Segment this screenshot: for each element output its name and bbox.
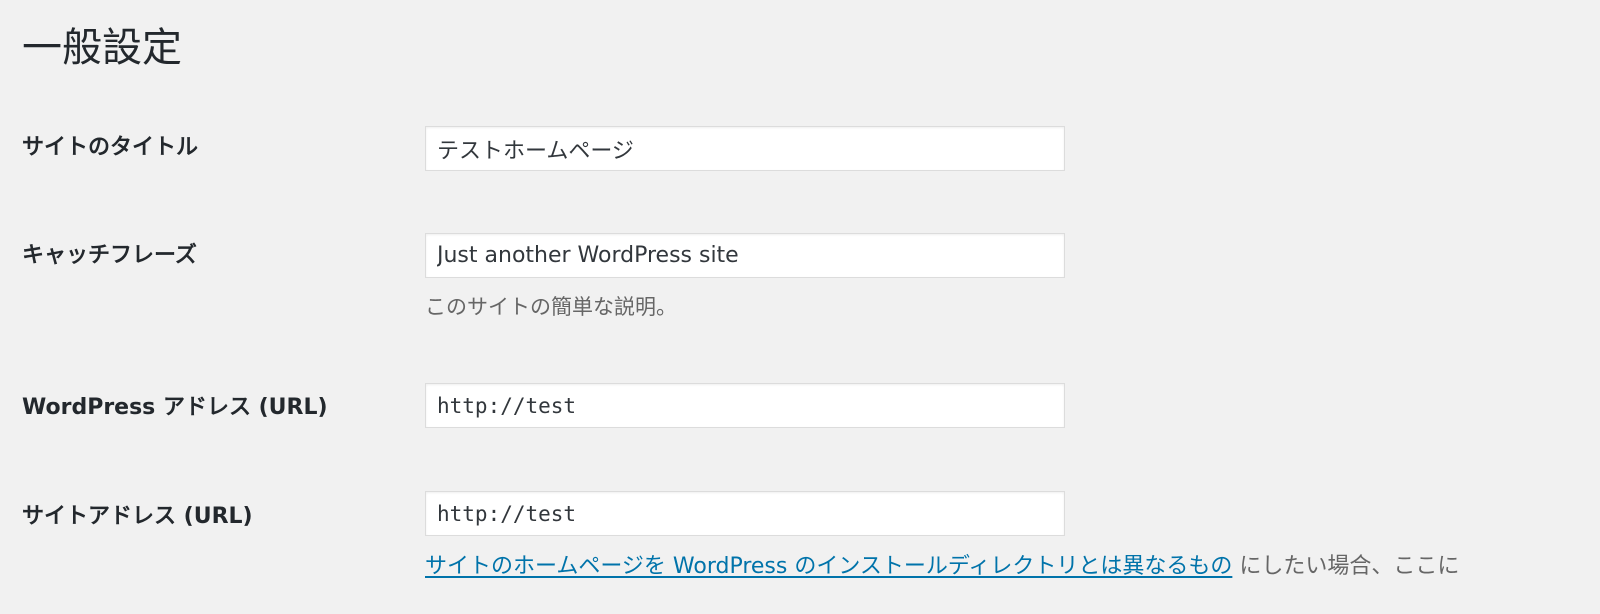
- site-title-input[interactable]: [425, 126, 1065, 171]
- general-settings-page: 一般設定 サイトのタイトル キャッチフレーズ このサイトの簡単な説明。 Word…: [0, 0, 1600, 614]
- tagline-input[interactable]: [425, 233, 1065, 278]
- site-address-help: サイトのホームページを WordPress のインストールディレクトリとは異なる…: [425, 552, 1459, 582]
- site-address-help-suffix: にしたい場合、ここに: [1232, 554, 1460, 579]
- wordpress-address-input[interactable]: [425, 383, 1065, 428]
- tagline-description: このサイトの簡単な説明。: [425, 295, 677, 319]
- page-title: 一般設定: [22, 25, 182, 71]
- site-address-label: サイトアドレス (URL): [22, 504, 253, 529]
- site-title-label: サイトのタイトル: [22, 135, 199, 160]
- site-address-input[interactable]: [425, 491, 1065, 536]
- tagline-label: キャッチフレーズ: [22, 243, 197, 268]
- different-directory-help-link[interactable]: サイトのホームページを WordPress のインストールディレクトリとは異なる…: [425, 554, 1232, 579]
- wordpress-address-label: WordPress アドレス (URL): [22, 395, 328, 420]
